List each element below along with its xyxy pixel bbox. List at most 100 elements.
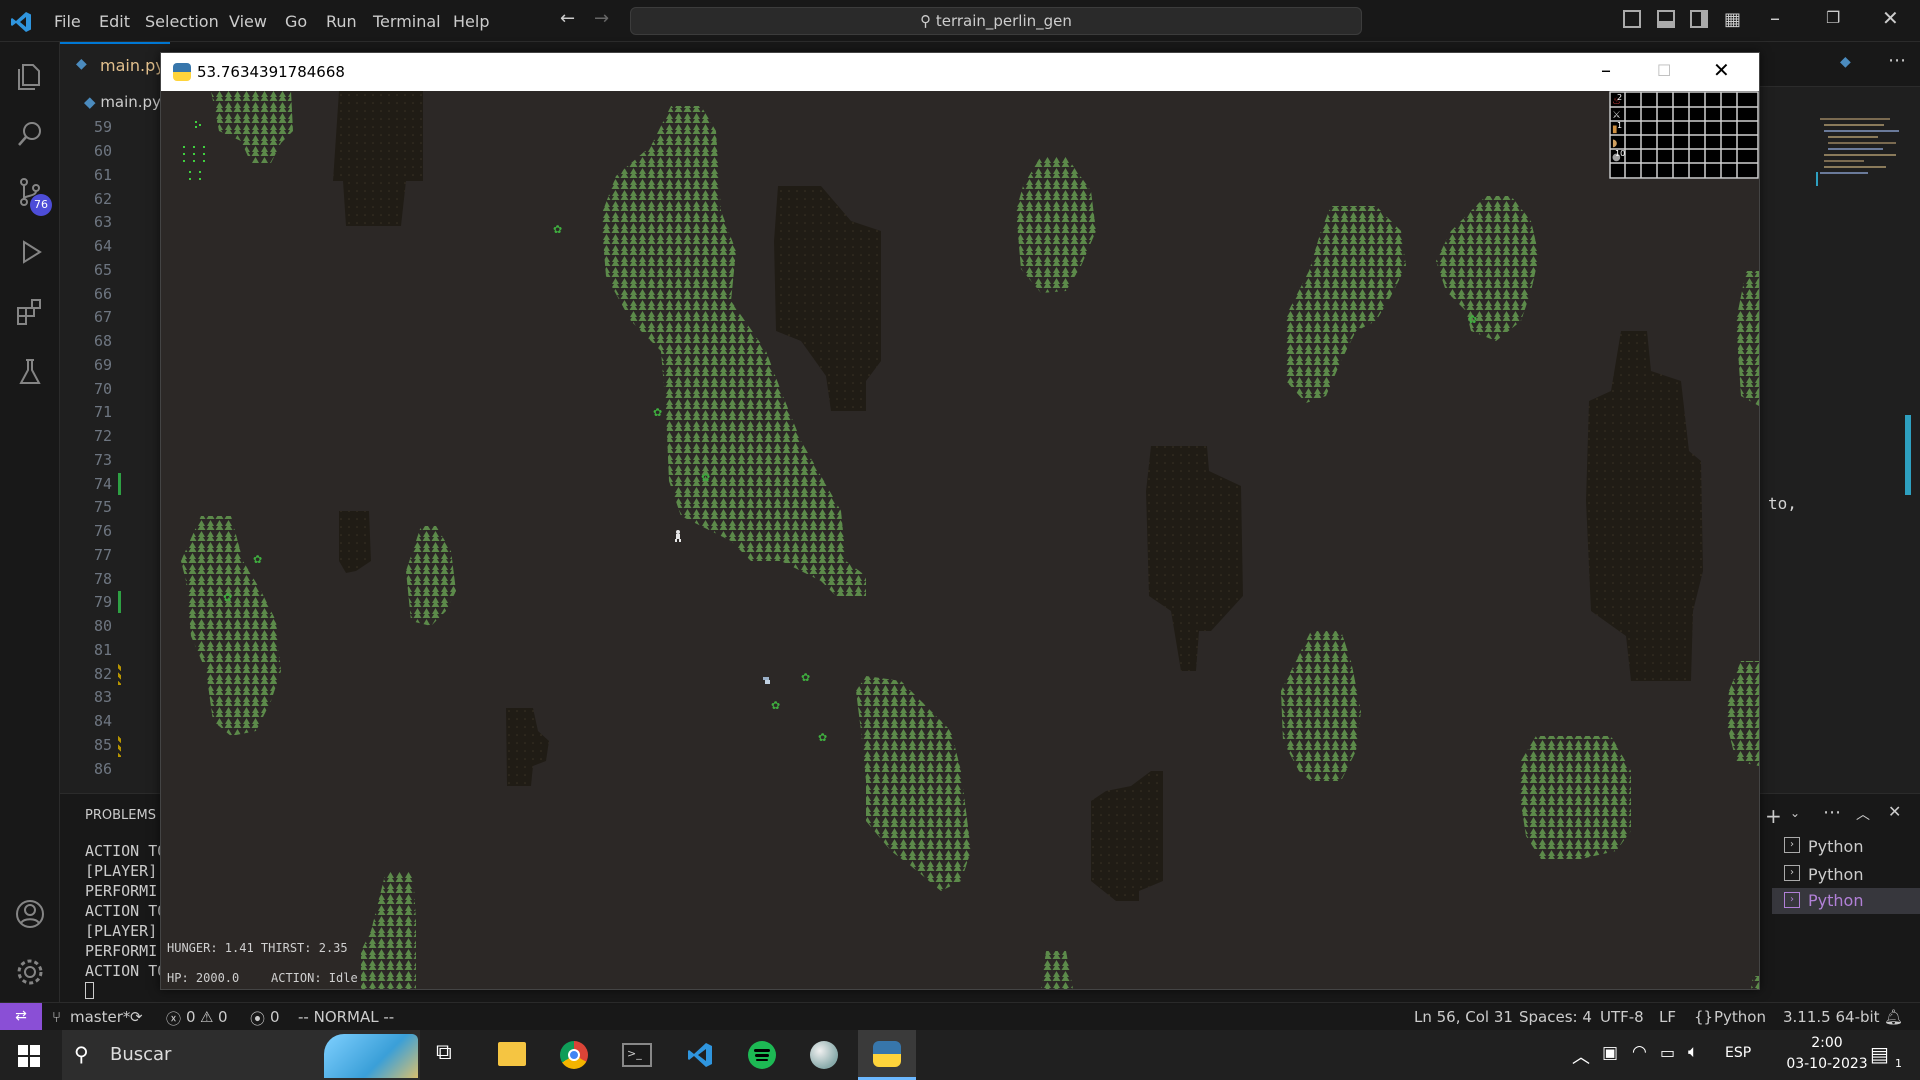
tab-problems[interactable]: PROBLEMS [85,808,156,823]
search-icon[interactable] [14,118,46,150]
line-number: 72 [93,427,112,445]
chevron-up-icon[interactable]: ︿ [1572,1043,1590,1069]
paint-app-icon[interactable] [810,1041,838,1069]
error-icon: ⓧ [166,1010,182,1028]
wifi-icon[interactable]: ◠ [1632,1042,1647,1062]
more-actions-icon[interactable]: ⋯ [1823,802,1841,823]
menu-go[interactable]: Go [285,12,307,31]
breadcrumb[interactable]: ◆ main.py [84,93,161,111]
line-number: 60 [93,142,112,160]
tab-label: main.py [100,56,165,75]
forward-arrow-icon[interactable]: → [594,8,609,29]
menu-help[interactable]: Help [453,12,489,31]
activity-bar: 76 [0,42,60,1002]
line-number: 79 [93,593,112,611]
close-icon[interactable]: ✕ [1882,6,1899,30]
warning-count[interactable]: 0 [218,1008,228,1026]
bell-icon[interactable]: 🔔︎ [1884,1008,1903,1026]
source-control-badge: 76 [30,194,52,216]
battery-icon[interactable]: ▭ [1660,1043,1675,1062]
windows-start-icon[interactable] [18,1045,40,1067]
minimap[interactable] [1800,110,1910,190]
toggle-sidebar-icon[interactable] [1623,10,1641,28]
python-file-icon: ◆ [76,56,87,72]
terminal-icon: › [1784,892,1800,908]
terminal-line: ACTION TO [85,962,167,980]
indentation[interactable]: Spaces: 4 [1519,1008,1592,1026]
vscode-app-icon[interactable] [686,1041,714,1069]
python-file-icon: ◆ [84,93,101,111]
inventory-count: 2 [1617,93,1623,102]
toggle-panel-icon[interactable] [1657,10,1675,28]
clock-time[interactable]: 2:00 [1792,1035,1862,1051]
line-number: 80 [93,617,112,635]
remote-indicator-icon[interactable]: ⇄ [0,1003,42,1030]
python-run-icon[interactable]: ◆ [1840,54,1851,70]
vim-mode: -- NORMAL -- [298,1008,395,1026]
command-center-search[interactable]: ⚲ terrain_perlin_gen [630,7,1362,35]
language-mode[interactable]: Python [1714,1008,1766,1026]
taskbar-search-box[interactable]: ⚲ Buscar [62,1030,420,1080]
creature-icon: ✿ [253,553,262,566]
terminal-list-item-active[interactable]: › Python [1772,888,1920,914]
tab-main-py[interactable]: ◆ main.py [60,42,170,87]
notifications-icon[interactable]: ▤ [1870,1042,1889,1066]
terminal-icon: › [1784,837,1800,853]
end-of-line[interactable]: LF [1659,1008,1676,1026]
menu-file[interactable]: File [54,12,81,31]
pygame-taskbar-button[interactable] [858,1030,916,1080]
minimize-icon[interactable]: – [1770,6,1780,30]
ports-count[interactable]: 0 [270,1008,280,1026]
terminal-cursor [85,982,94,999]
customize-layout-icon[interactable]: ▦ [1724,9,1741,30]
file-explorer-icon[interactable] [498,1042,526,1066]
tray-icon[interactable]: ▣ [1602,1043,1618,1063]
git-change-marker [118,473,121,495]
terminal-app-icon[interactable]: >_ [622,1043,652,1067]
menu-run[interactable]: Run [326,12,357,31]
menu-view[interactable]: View [229,12,267,31]
scrollbar-thumb[interactable] [1905,415,1911,495]
language-indicator[interactable]: ESP [1725,1045,1751,1061]
more-actions-icon[interactable]: ⋯ [1888,50,1906,71]
minimize-icon[interactable]: – [1601,58,1611,82]
new-terminal-icon[interactable]: + [1765,804,1782,828]
task-view-icon[interactable]: ⧉ [436,1040,452,1065]
error-count[interactable]: 0 [186,1008,196,1026]
menu-edit[interactable]: Edit [99,12,130,31]
chrome-icon[interactable] [560,1041,588,1069]
explorer-icon[interactable] [14,60,46,92]
spotify-icon[interactable] [748,1041,776,1069]
settings-gear-icon[interactable] [14,956,46,988]
menu-terminal[interactable]: Terminal [373,12,441,31]
code-fragment: to, [1768,494,1797,513]
extensions-icon[interactable] [14,296,46,328]
close-icon[interactable]: ✕ [1713,58,1730,82]
menu-selection[interactable]: Selection [145,12,219,31]
terminal-icon: › [1784,865,1800,881]
toggle-secondary-sidebar-icon[interactable] [1690,10,1708,28]
restore-icon[interactable]: ❐ [1826,8,1840,27]
inventory-grid: ♨ ⚔ ▮ ◗ ● [1609,91,1759,179]
python-interpreter[interactable]: 3.11.5 64-bit [1783,1008,1880,1026]
account-icon[interactable] [14,898,46,930]
back-arrow-icon[interactable]: ← [560,8,575,29]
close-panel-icon[interactable]: ✕ [1888,802,1901,821]
maximize-icon[interactable]: ☐ [1657,61,1671,80]
encoding[interactable]: UTF-8 [1600,1008,1644,1026]
terminal-line: PERFORMI [85,942,158,960]
maximize-panel-icon[interactable]: ︿ [1856,804,1870,824]
sync-icon[interactable]: ⟳ [130,1008,143,1026]
game-canvas[interactable]: ✿ ✿ ✿ ✿ ✿ ✿ ✿ ✿ ✿ ♨ ⚔ ▮ ◗ ● 2 1 10 HUNGE… [161,91,1759,989]
volume-icon[interactable]: 🔈︎ [1688,1042,1698,1062]
inventory-panel[interactable]: ♨ ⚔ ▮ ◗ ● 2 1 10 [1609,91,1759,179]
terminal-list-item[interactable]: › Python [1772,834,1920,860]
line-number: 85 [93,736,112,754]
git-branch[interactable]: master* [70,1008,130,1026]
testing-icon[interactable] [14,356,46,388]
line-number: 62 [93,190,112,208]
terminal-list-item[interactable]: › Python [1772,862,1920,888]
chevron-down-icon[interactable]: ⌄ [1790,806,1800,820]
cursor-position[interactable]: Ln 56, Col 31 [1414,1008,1513,1026]
run-debug-icon[interactable] [14,236,46,268]
